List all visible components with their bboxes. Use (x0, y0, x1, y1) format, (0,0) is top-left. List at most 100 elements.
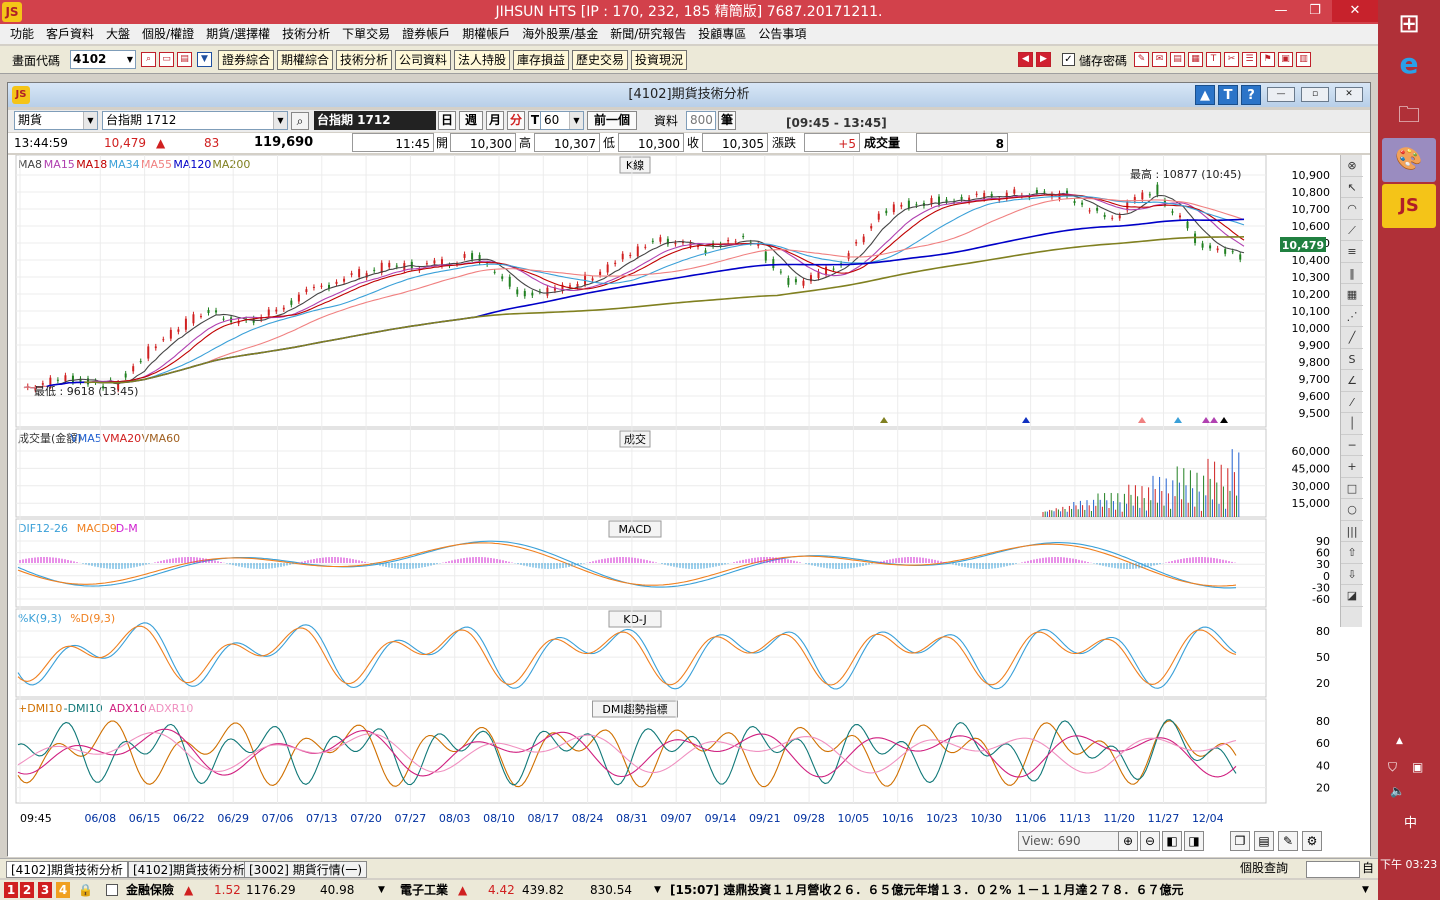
stock-query-input[interactable] (1306, 861, 1360, 878)
tool-icon[interactable]: ⚑ (1260, 52, 1275, 67)
hlines-icon[interactable]: ≡ (1341, 241, 1363, 263)
menu-item[interactable]: 證券帳戶 (396, 24, 456, 44)
data-count-input[interactable]: 800 (686, 111, 716, 130)
menu-item[interactable]: 下單交易 (336, 24, 396, 44)
sector1-dropdown-icon[interactable]: ▼ (378, 880, 385, 900)
menu-item[interactable]: 期權帳戶 (456, 24, 516, 44)
line-icon[interactable]: ╱ (1341, 327, 1363, 349)
screen-code-input[interactable]: 4102 ▼ (70, 50, 136, 69)
up-arrow-tool-icon[interactable]: ⇧ (1341, 542, 1363, 564)
quick-1-button[interactable]: 1 (4, 882, 18, 898)
tool-icon[interactable]: ▤ (1170, 52, 1185, 67)
toolbar-button[interactable]: 公司資料 (395, 50, 452, 70)
menu-item[interactable]: 海外股票/基金 (516, 24, 604, 44)
tool-icon[interactable]: ▦ (1188, 52, 1203, 67)
fan-icon[interactable]: ⋰ (1341, 306, 1363, 327)
prev-button[interactable]: 前一個 (587, 111, 637, 130)
menu-item[interactable]: 個股/權證 (136, 24, 200, 44)
calendar-icon[interactable]: ▤ (1254, 831, 1274, 851)
chart-area[interactable]: MA8 MA15 MA18 MA34 MA55 MA120 MA200 K線 10,900 10,… (8, 155, 1370, 857)
search-icon[interactable]: ⌕ (141, 52, 156, 67)
paint-icon[interactable]: 🎨 (1382, 138, 1436, 182)
period-day-button[interactable]: 日 (438, 111, 456, 130)
lock-icon[interactable]: 🔒 (78, 880, 93, 900)
zoom-out-icon[interactable]: ⊖ (1140, 831, 1160, 851)
cancel-icon[interactable]: ⊗ (1341, 155, 1363, 177)
stock-query-button[interactable]: 自 (1362, 859, 1374, 878)
arc-icon[interactable]: ◠ (1341, 198, 1363, 220)
menu-item[interactable]: 投顧專區 (692, 24, 752, 44)
tray-shield-icon[interactable]: ⛉ (1388, 760, 1397, 775)
interval-select[interactable]: 60 ▼ (540, 111, 584, 130)
close-button[interactable]: ✕ (1332, 0, 1378, 22)
copy-icon[interactable]: ❐ (1230, 831, 1250, 851)
clock[interactable]: 下午 03:23 (1380, 856, 1437, 872)
forward-icon[interactable]: ▶ (1036, 52, 1051, 67)
menu-item[interactable]: 客戶資料 (40, 24, 100, 44)
up-icon[interactable]: ▲ (1195, 85, 1215, 105)
toolbar-button[interactable]: 證券綜合 (218, 50, 275, 70)
toolbar-button[interactable]: 法人持股 (454, 50, 511, 70)
print-icon[interactable]: ▤ (177, 52, 192, 67)
pen-icon[interactable]: ✎ (1278, 831, 1298, 851)
tray-volume-icon[interactable]: 🔈 (1390, 784, 1405, 798)
search-icon[interactable]: ⌕ (291, 112, 309, 130)
eraser-icon[interactable]: ◪ (1341, 585, 1363, 607)
window-icon[interactable]: ▭ (159, 52, 174, 67)
dropdown-icon[interactable]: ▼ (197, 52, 212, 67)
tool-icon[interactable]: T (1206, 52, 1221, 67)
tool-icon[interactable]: ✎ (1134, 52, 1149, 67)
maximize-button[interactable]: ❐ (1298, 0, 1332, 22)
period-minute-button[interactable]: 分 (507, 111, 525, 130)
period-week-button[interactable]: 週 (459, 111, 483, 130)
ellipse-icon[interactable]: ○ (1341, 499, 1363, 521)
horizontal-line-icon[interactable]: ─ (1341, 435, 1363, 456)
sector2-dropdown-icon[interactable]: ▼ (654, 880, 661, 900)
toolbar-button[interactable]: 技術分析 (336, 50, 393, 70)
quick-3-button[interactable]: 3 (38, 882, 52, 898)
save-password-checkbox[interactable]: ✓ (1062, 53, 1075, 66)
ticker-checkbox[interactable] (106, 884, 118, 896)
menu-item[interactable]: 公告事項 (752, 24, 812, 44)
toolbar-button[interactable]: 投資現況 (631, 50, 688, 70)
tool-icon[interactable]: ✂ (1224, 52, 1239, 67)
vertical-line-icon[interactable]: │ (1341, 413, 1363, 435)
tray-network-icon[interactable]: ▣ (1412, 760, 1423, 774)
zoom-in-icon[interactable]: ⊕ (1118, 831, 1138, 851)
help-icon[interactable]: ? (1241, 85, 1261, 105)
ie-icon[interactable]: e (1382, 42, 1436, 86)
tool-icon[interactable]: ▣ (1278, 52, 1293, 67)
quick-4-button[interactable]: 4 (56, 882, 70, 898)
period-month-button[interactable]: 月 (486, 111, 504, 130)
ray-icon[interactable]: ⁄ (1341, 392, 1363, 413)
down-arrow-tool-icon[interactable]: ⇩ (1341, 564, 1363, 585)
pan-right-icon[interactable]: ◨ (1184, 831, 1204, 851)
minimize-button[interactable]: — (1264, 0, 1298, 22)
rectangle-icon[interactable]: □ (1341, 478, 1363, 499)
menu-item[interactable]: 技術分析 (276, 24, 336, 44)
toolbar-button[interactable]: 歷史交易 (572, 50, 629, 70)
news-ticker[interactable]: [15:07] 遠鼎投資１１月營收２６．６５億元年增１３．０２% １－１１月達２… (670, 880, 1184, 900)
tab-4102-a[interactable]: [4102]期貨技術分析 (6, 861, 128, 878)
bars-icon[interactable]: ||| (1341, 521, 1363, 542)
jihsun-app-icon[interactable]: JS (1382, 184, 1436, 228)
back-icon[interactable]: ◀ (1018, 52, 1033, 67)
inner-minimize-button[interactable]: — (1267, 87, 1295, 102)
settings-icon[interactable]: ⚙ (1302, 831, 1322, 851)
tab-4102-b[interactable]: [4102]期貨技術分析 (128, 861, 250, 878)
windows-start-icon[interactable]: ⊞ (1382, 2, 1436, 46)
tool-icon[interactable]: ☰ (1242, 52, 1257, 67)
inner-close-button[interactable]: ✕ (1335, 87, 1363, 102)
wave-icon[interactable]: S (1341, 349, 1363, 370)
inner-restore-button[interactable]: ▫ (1301, 87, 1329, 102)
tool-icon[interactable]: ▥ (1296, 52, 1311, 67)
angle-icon[interactable]: ∠ (1341, 370, 1363, 392)
toolbar-button[interactable]: 庫存損益 (513, 50, 570, 70)
tray-expand-icon[interactable]: ▲ (1396, 736, 1403, 746)
explorer-icon[interactable]: 🗀 (1382, 94, 1436, 138)
menu-item[interactable]: 新聞/研究報告 (604, 24, 692, 44)
chart-svg[interactable]: MA8 MA15 MA18 MA34 MA55 MA120 MA200 K線 10,900 10,… (8, 155, 1338, 857)
grid-icon[interactable]: ▦ (1341, 284, 1363, 306)
pointer-icon[interactable]: ↖ (1341, 177, 1363, 198)
trendline-icon[interactable]: ⟋ (1341, 220, 1363, 241)
